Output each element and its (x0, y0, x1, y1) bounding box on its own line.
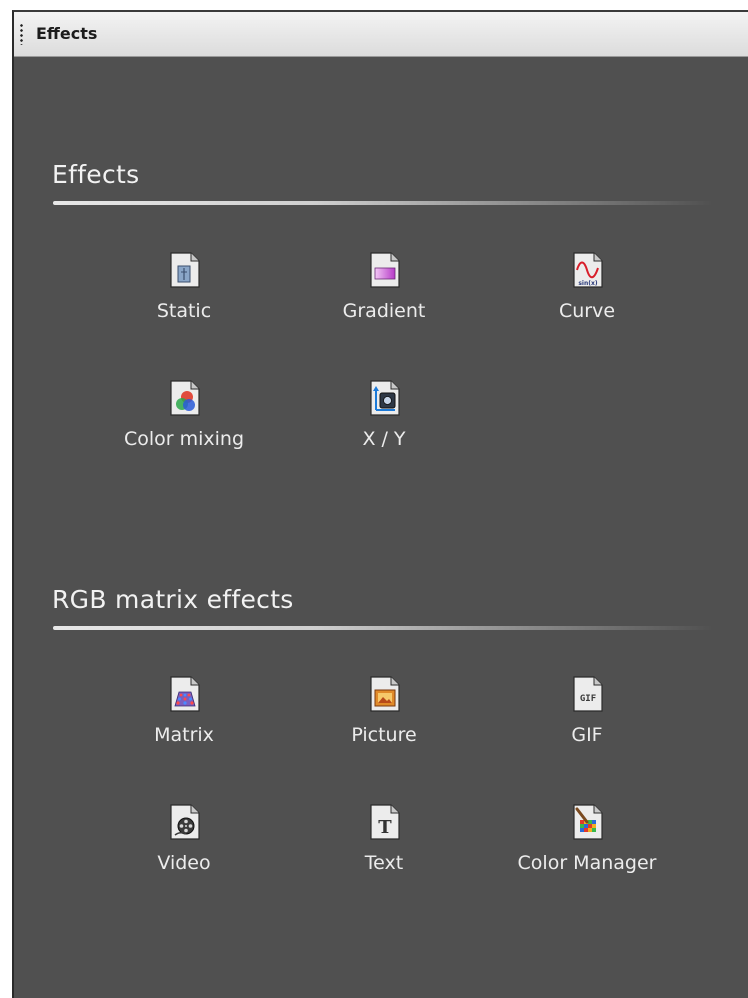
effect-item-curve[interactable]: sin(x) Curve (487, 252, 687, 352)
item-label: Text (364, 852, 404, 874)
gif-icon-text: GIF (580, 694, 596, 704)
gradient-icon (370, 252, 400, 288)
item-label: Picture (351, 724, 417, 746)
item-label: X / Y (362, 428, 406, 450)
gif-icon: GIF (573, 676, 603, 712)
effect-item-color-manager[interactable]: Color Manager (487, 804, 687, 904)
matrix-icon (170, 676, 200, 712)
section-title-rgb-matrix-effects: RGB matrix effects (52, 585, 294, 614)
effects-panel: Effects Effects Static Gradient sin(x) C… (12, 10, 748, 998)
text-icon: T (370, 804, 400, 840)
curve-icon-text: sin(x) (578, 280, 598, 287)
drag-grip-icon[interactable] (20, 23, 23, 45)
item-label: Color Manager (517, 852, 657, 874)
effect-item-gradient[interactable]: Gradient (284, 252, 484, 352)
item-label: Gradient (342, 300, 426, 322)
item-label: Video (157, 852, 211, 874)
color-manager-icon (573, 804, 603, 840)
item-label: Color mixing (123, 428, 245, 450)
effect-item-matrix[interactable]: Matrix (84, 676, 284, 776)
panel-titlebar[interactable]: Effects (14, 12, 748, 57)
section-divider (53, 201, 713, 205)
effect-item-gif[interactable]: GIF GIF (487, 676, 687, 776)
item-label: Static (156, 300, 212, 322)
text-icon-letter: T (378, 817, 392, 838)
effect-item-xy[interactable]: X / Y (284, 380, 484, 480)
effect-item-color-mixing[interactable]: Color mixing (84, 380, 284, 480)
xy-icon (370, 380, 400, 416)
color-mixing-icon (170, 380, 200, 416)
effect-item-picture[interactable]: Picture (284, 676, 484, 776)
item-label: GIF (571, 724, 603, 746)
item-label: Curve (558, 300, 616, 322)
item-label: Matrix (154, 724, 214, 746)
effect-item-static[interactable]: Static (84, 252, 284, 352)
static-icon (170, 252, 200, 288)
video-icon (170, 804, 200, 840)
panel-title: Effects (36, 24, 98, 43)
curve-icon: sin(x) (573, 252, 603, 288)
effect-item-video[interactable]: Video (84, 804, 284, 904)
picture-icon (370, 676, 400, 712)
section-title-effects: Effects (52, 160, 140, 189)
effect-item-text[interactable]: T Text (284, 804, 484, 904)
section-divider (53, 626, 713, 630)
